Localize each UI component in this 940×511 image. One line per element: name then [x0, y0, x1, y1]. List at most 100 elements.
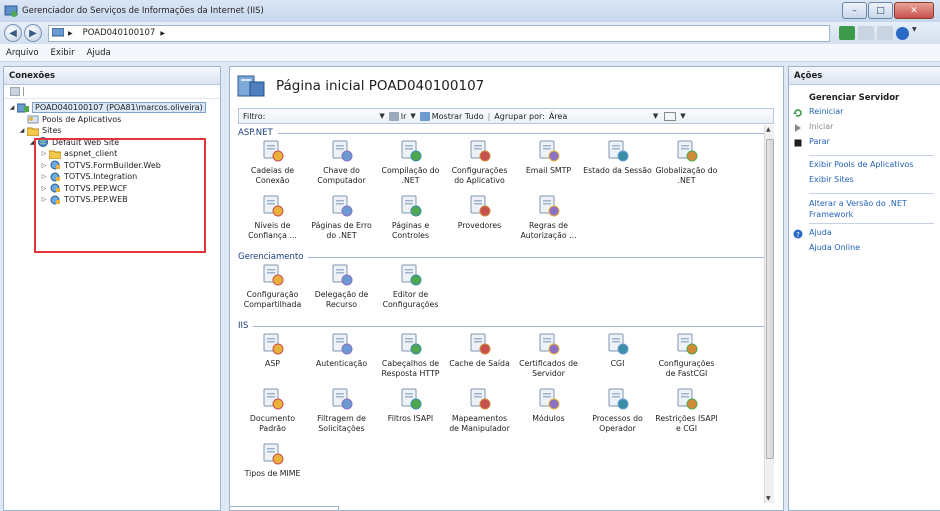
feature-label: Estado da Sessão — [583, 166, 652, 175]
scroll-up-icon[interactable]: ▲ — [766, 126, 771, 133]
feature-icon — [468, 139, 492, 163]
feature-mgmt-1[interactable]: Delegação de Recurso — [307, 263, 376, 318]
minimize-button[interactable]: – — [842, 2, 867, 19]
start-action[interactable]: Iniciar — [793, 122, 934, 137]
feature-iis-1[interactable]: Autenticação — [307, 332, 376, 387]
view-app-pools-label: Exibir Pools de Aplicativos — [809, 160, 914, 169]
feature-icon — [468, 332, 492, 356]
maximize-button[interactable]: □ — [868, 2, 893, 19]
go-icon[interactable] — [388, 111, 399, 121]
connect-icon[interactable] — [839, 26, 855, 40]
feature-iis-14[interactable]: Tipos de MIME — [238, 442, 307, 497]
svg-text:?: ? — [796, 231, 800, 239]
feature-aspnet-4[interactable]: Email SMTP — [514, 139, 583, 194]
new-connection-icon[interactable] — [10, 87, 20, 96]
group-by-select[interactable]: Área — [549, 112, 649, 121]
feature-icon — [537, 139, 561, 163]
feature-iis-2[interactable]: Cabeçalhos de Resposta HTTP — [376, 332, 445, 387]
feature-label: Mapeamentos de Manipulador — [449, 414, 510, 433]
actions-panel: Ações Gerenciar Servidor Reiniciar Inici… — [788, 66, 940, 511]
connections-header: Conexões — [4, 67, 220, 85]
scroll-down-icon[interactable]: ▼ — [766, 495, 771, 502]
sites-folder-icon — [27, 127, 39, 136]
refresh-icon[interactable] — [877, 26, 893, 40]
view-mode-icon[interactable] — [664, 111, 677, 121]
stop-icon[interactable] — [858, 26, 874, 40]
view-app-pools-action[interactable]: Exibir Pools de Aplicativos — [793, 160, 934, 175]
feature-iis-4[interactable]: Certificados de Servidor — [514, 332, 583, 387]
feature-aspnet-6[interactable]: Globalização do .NET — [652, 139, 721, 194]
chevron-down-icon[interactable]: ▼ — [653, 112, 658, 120]
feature-mgmt-0[interactable]: Configuração Compartilhada — [238, 263, 307, 318]
feature-mgmt-2[interactable]: Editor de Configurações — [376, 263, 445, 318]
feature-aspnet-1[interactable]: Chave do Computador — [307, 139, 376, 194]
feature-iis-5[interactable]: CGI — [583, 332, 652, 387]
back-button[interactable]: ◀ — [4, 24, 22, 42]
menu-exibir[interactable]: Exibir — [51, 48, 75, 58]
tree-node-app-pools[interactable]: Pools de Aplicativos — [8, 114, 220, 126]
feature-icon — [330, 387, 354, 411]
expand-toggle-icon[interactable]: ◢ — [18, 127, 26, 134]
menu-ajuda[interactable]: Ajuda — [87, 48, 111, 58]
help-icon[interactable] — [896, 26, 909, 40]
features-view: ASP.NET Cadeias de Conexão Chave do Compu… — [238, 125, 764, 503]
chevron-down-icon[interactable]: ▼ — [680, 112, 685, 120]
breadcrumb[interactable]: ▶ POAD040100107 ▶ — [48, 24, 830, 42]
feature-icon — [399, 387, 423, 411]
feature-iis-8[interactable]: Filtragem de Solicitações — [307, 387, 376, 442]
help-online-action[interactable]: Ajuda Online — [793, 243, 934, 258]
go-button[interactable]: Ir — [401, 112, 407, 121]
feature-iis-6[interactable]: Configurações de FastCGI — [652, 332, 721, 387]
server-icon — [52, 28, 64, 37]
feature-iis-10[interactable]: Mapeamentos de Manipulador — [445, 387, 514, 442]
feature-aspnet-7[interactable]: Níveis de Confiança ... — [238, 194, 307, 249]
highlight-box — [34, 138, 206, 253]
features-view-tab[interactable] — [229, 506, 339, 511]
close-button[interactable]: ✕ — [894, 2, 934, 19]
feature-aspnet-9[interactable]: Páginas e Controles — [376, 194, 445, 249]
help-action[interactable]: ? Ajuda — [793, 228, 934, 243]
filter-input[interactable] — [265, 110, 375, 122]
tree-node-server[interactable]: ◢ POAD040100107 (POA81\marcos.oliveira) — [8, 102, 220, 114]
feature-icon — [261, 442, 285, 466]
feature-iis-13[interactable]: Restrições ISAPI e CGI — [652, 387, 721, 442]
show-all-button[interactable]: Mostrar Tudo — [432, 112, 484, 121]
feature-aspnet-3[interactable]: Configurações do Aplicativo — [445, 139, 514, 194]
feature-aspnet-10[interactable]: Provedores — [445, 194, 514, 249]
chevron-down-icon[interactable]: ▼ — [410, 112, 415, 120]
expand-toggle-icon[interactable]: ◢ — [8, 104, 16, 111]
feature-iis-12[interactable]: Processos do Operador — [583, 387, 652, 442]
vertical-scrollbar[interactable]: ▲ ▼ — [764, 125, 774, 503]
feature-icon — [468, 387, 492, 411]
show-all-icon[interactable] — [419, 111, 430, 121]
feature-aspnet-0[interactable]: Cadeias de Conexão — [238, 139, 307, 194]
iis-manager-icon — [4, 5, 18, 17]
tree-node-sites[interactable]: ◢ Sites — [8, 125, 220, 137]
breadcrumb-arrow-icon[interactable]: ▶ — [160, 30, 165, 37]
menu-arquivo[interactable]: Arquivo — [6, 48, 39, 58]
feature-aspnet-2[interactable]: Compilação do .NET — [376, 139, 445, 194]
change-net-version-action[interactable]: Alterar a Versão do .NET Framework — [793, 198, 934, 220]
chevron-down-icon[interactable]: ▼ — [912, 26, 918, 40]
feature-aspnet-5[interactable]: Estado da Sessão — [583, 139, 652, 194]
feature-label: Páginas e Controles — [391, 221, 430, 240]
feature-iis-3[interactable]: Cache de Saída — [445, 332, 514, 387]
scrollbar-thumb[interactable] — [766, 139, 774, 459]
feature-iis-0[interactable]: ASP — [238, 332, 307, 387]
feature-iis-11[interactable]: Módulos — [514, 387, 583, 442]
stop-action[interactable]: Parar — [793, 137, 934, 152]
home-page-panel: Página inicial POAD040100107 Filtro: ▼ I… — [229, 66, 784, 511]
page-title: Página inicial POAD040100107 — [236, 73, 484, 99]
breadcrumb-server[interactable]: POAD040100107 — [83, 28, 156, 38]
feature-iis-7[interactable]: Documento Padrão — [238, 387, 307, 442]
forward-button[interactable]: ▶ — [24, 24, 42, 42]
feature-label: Autenticação — [315, 359, 368, 368]
feature-aspnet-8[interactable]: Páginas de Erro do .NET — [307, 194, 376, 249]
feature-label: Chave do Computador — [317, 166, 366, 185]
feature-aspnet-11[interactable]: Regras de Autorização ... — [514, 194, 583, 249]
feature-iis-9[interactable]: Filtros ISAPI — [376, 387, 445, 442]
tree-app-pools-label: Pools de Aplicativos — [42, 114, 122, 124]
view-sites-action[interactable]: Exibir Sites — [793, 175, 934, 190]
restart-action[interactable]: Reiniciar — [793, 107, 934, 122]
chevron-down-icon[interactable]: ▼ — [379, 112, 384, 120]
